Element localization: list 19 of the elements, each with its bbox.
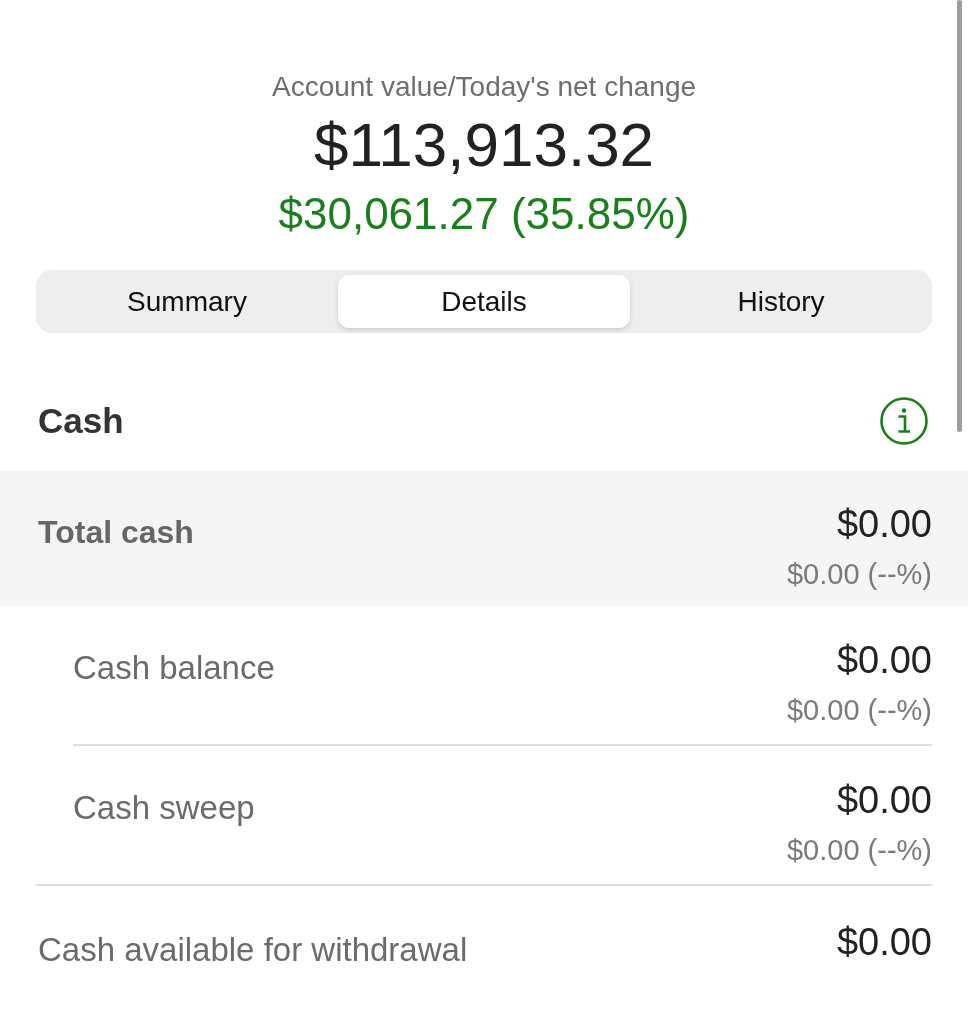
tab[interactable]: History (635, 275, 927, 328)
account-value: $113,913.32 (313, 111, 655, 179)
section-title: Cash (38, 400, 124, 442)
row-label: Cash sweep (73, 790, 255, 826)
account-value-label: Account value/Today's net change (271, 70, 697, 104)
tab[interactable]: Summary (41, 275, 333, 328)
row-change: $0.00 (--%) (786, 834, 932, 866)
info-icon[interactable] (880, 397, 928, 445)
row-change: $0.00 (--%) (786, 694, 932, 726)
row-label: Cash balance (73, 650, 275, 686)
tab[interactable]: Details (338, 275, 630, 328)
row-value: $0.00 (836, 504, 932, 544)
row-label: Cash available for withdrawal (38, 932, 468, 968)
row-label: Total cash (38, 514, 194, 550)
row-value: $0.00 (836, 922, 932, 962)
row-value: $0.00 (836, 640, 932, 680)
row-value: $0.00 (836, 780, 932, 820)
net-change: $30,061.27 (35.85%) (278, 188, 690, 240)
row-change: $0.00 (--%) (786, 558, 932, 590)
